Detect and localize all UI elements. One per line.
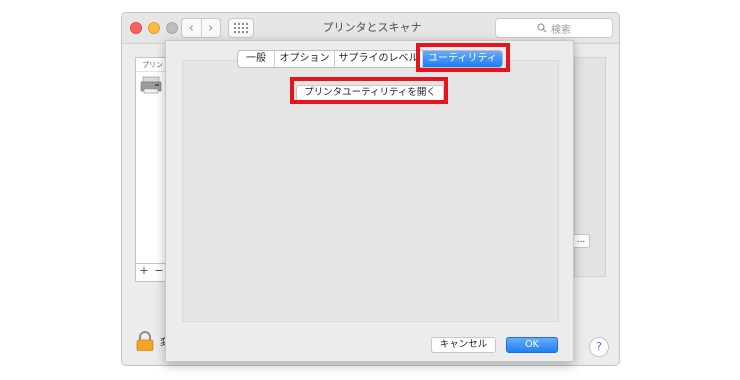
minimize-window-button[interactable]	[148, 22, 160, 34]
printer-list-header: プリン	[136, 58, 166, 72]
search-placeholder: 検索	[551, 24, 571, 36]
tab-bar: 一般 オプション サプライのレベル ユーティリティ	[237, 50, 503, 68]
window-title: プリンタとスキャナ	[322, 21, 422, 34]
close-window-button[interactable]	[130, 22, 142, 34]
open-printer-utility-button[interactable]: プリンタユーティリティを開く	[296, 85, 444, 101]
options-supplies-button[interactable]: ...	[572, 234, 590, 248]
chevron-right-icon[interactable]: ›	[200, 19, 221, 37]
printer-list[interactable]: プリン	[135, 57, 167, 282]
show-all-button[interactable]	[228, 18, 254, 38]
add-remove-bar: + −	[135, 263, 167, 278]
tab-utility[interactable]: ユーティリティ	[422, 51, 502, 67]
zoom-window-button[interactable]	[166, 22, 178, 34]
navigation-buttons: ‹ ›	[181, 18, 221, 38]
grid-icon	[234, 23, 248, 33]
add-printer-button[interactable]: +	[137, 264, 151, 278]
ok-button[interactable]: OK	[506, 337, 558, 353]
tab-general[interactable]: 一般	[238, 51, 274, 67]
help-button[interactable]: ?	[589, 337, 609, 357]
printer-options-sheet: 一般 オプション サプライのレベル ユーティリティ プリンタユーティリティを開く…	[165, 40, 574, 362]
printer-icon[interactable]	[140, 76, 162, 94]
cancel-button[interactable]: キャンセル	[431, 337, 496, 353]
tab-options[interactable]: オプション	[274, 51, 334, 67]
lock-icon[interactable]	[136, 331, 154, 351]
remove-printer-button[interactable]: −	[152, 264, 166, 278]
search-field[interactable]: 検索	[495, 18, 613, 38]
search-icon	[537, 23, 547, 33]
tab-supply-levels[interactable]: サプライのレベル	[334, 51, 422, 67]
chevron-left-icon[interactable]: ‹	[182, 19, 201, 37]
